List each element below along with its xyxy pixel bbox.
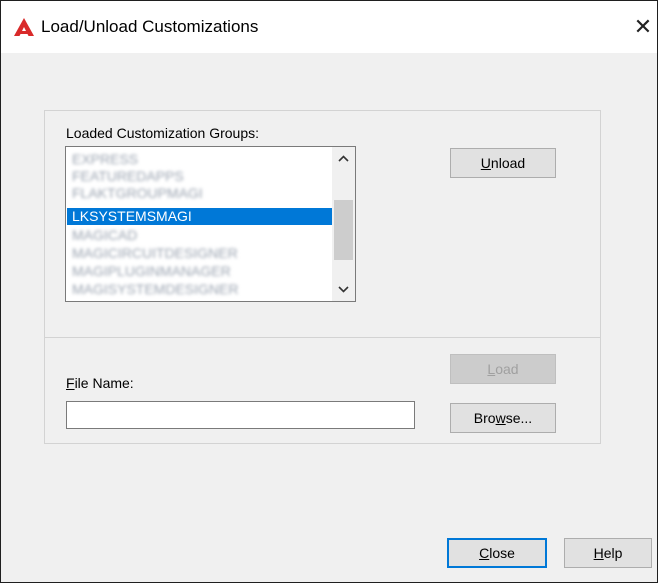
close-button[interactable]: Close (447, 538, 547, 568)
file-name-input[interactable] (66, 401, 415, 429)
window-title: Load/Unload Customizations (41, 17, 259, 36)
list-item[interactable]: MAGIPLUGINMANAGER (67, 263, 332, 280)
file-name-mnemonic: F (66, 375, 75, 391)
load-unload-dialog: Load/Unload Customizations ✕ Loaded Cust… (0, 0, 658, 583)
help-label: elp (603, 545, 623, 561)
list-item[interactable]: FEATUREDAPPS (67, 168, 332, 185)
chevron-up-icon (338, 155, 349, 162)
groupbox-divider (44, 337, 601, 338)
loaded-groups-label: Loaded Customization Groups: (66, 125, 259, 141)
scroll-up-button[interactable] (332, 147, 355, 170)
list-item[interactable]: EXPRESS (67, 151, 332, 168)
list-item[interactable]: MAGICIRCUITDESIGNER (67, 245, 332, 262)
load-label: oad (495, 361, 519, 377)
close-label: lose (489, 545, 515, 561)
list-item[interactable]: MAGISYSTEMDESIGNER (67, 281, 332, 298)
list-scrollbar[interactable] (332, 147, 355, 301)
title-bar[interactable]: Load/Unload Customizations ✕ (1, 1, 657, 53)
browse-button[interactable]: Browse... (450, 403, 556, 433)
browse-label-end: se... (505, 410, 533, 426)
help-mnemonic: H (593, 545, 604, 561)
unload-label: nload (490, 155, 526, 171)
unload-button[interactable]: Unload (450, 148, 556, 178)
file-name-label-text: ile Name: (74, 375, 134, 391)
load-button[interactable]: Load (450, 354, 556, 384)
customization-groups-list[interactable]: EXPRESS FEATUREDAPPS FLAKTGROUPMAGI LKSY… (65, 146, 356, 302)
close-window-button[interactable]: ✕ (631, 13, 655, 41)
help-button[interactable]: Help (564, 538, 652, 568)
chevron-down-icon (338, 286, 349, 293)
scroll-down-button[interactable] (332, 278, 355, 301)
file-name-label: File Name: (66, 375, 134, 391)
unload-mnemonic: U (480, 155, 491, 171)
list-item[interactable]: FLAKTGROUPMAGI (67, 185, 332, 202)
close-icon: ✕ (633, 14, 653, 39)
browse-mnemonic: w (495, 410, 506, 426)
close-mnemonic: C (479, 545, 490, 561)
list-item[interactable]: MAGICAD (67, 227, 332, 244)
scroll-thumb[interactable] (334, 200, 353, 260)
list-item-selected[interactable]: LKSYSTEMSMAGI (67, 208, 332, 225)
browse-label-start: Bro (473, 410, 496, 426)
autocad-logo-icon (14, 18, 34, 36)
